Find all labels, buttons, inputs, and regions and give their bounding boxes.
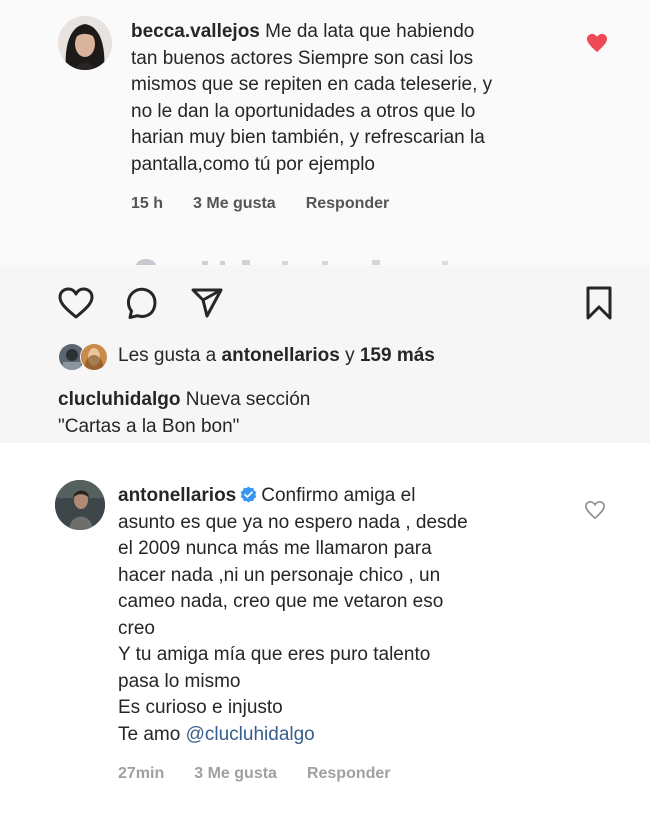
comment-username[interactable]: antonellarios bbox=[118, 485, 236, 506]
comment-line: Es curioso e injusto bbox=[118, 697, 283, 718]
likes-prefix: Les gusta a bbox=[118, 345, 217, 366]
likes-username[interactable]: antonellarios bbox=[222, 345, 340, 366]
avatar-image bbox=[55, 480, 105, 530]
like-heart-icon[interactable] bbox=[586, 33, 608, 53]
likes-summary: Les gusta a antonellarios y 159 más bbox=[118, 345, 435, 367]
comment-text: antonellarios Confirmo amiga el asunto es… bbox=[118, 483, 558, 748]
bookmark-icon[interactable] bbox=[584, 285, 614, 321]
avatar-image bbox=[58, 16, 112, 70]
comment-line: creo bbox=[118, 617, 155, 639]
liker-avatar bbox=[80, 343, 108, 371]
comment-icon[interactable] bbox=[124, 286, 158, 320]
comment-line: Te amo bbox=[118, 723, 181, 745]
comment-text: becca.vallejos Me da lata que habiendo t… bbox=[131, 19, 571, 178]
comment-line: cameo nada, creo que me vetaron eso bbox=[118, 591, 444, 612]
comment-line: no le dan la oportunidades a otros que l… bbox=[131, 100, 476, 122]
comment-username[interactable]: becca.vallejos bbox=[131, 21, 260, 42]
liker-avatars[interactable] bbox=[58, 343, 110, 371]
comment-line: mismos que se repiten en cada teleserie,… bbox=[131, 74, 493, 95]
comment-likes[interactable]: 3 Me gusta bbox=[193, 195, 276, 213]
comment-line: el 2009 nunca más me llamaron para bbox=[118, 538, 432, 559]
reply-button[interactable]: Responder bbox=[306, 195, 390, 213]
reply-button[interactable]: Responder bbox=[307, 765, 391, 783]
comment-line: tan buenos actores Siempre son casi los bbox=[131, 47, 474, 69]
comment-time: 27min bbox=[118, 765, 165, 782]
avatar[interactable] bbox=[58, 16, 112, 70]
verified-badge-icon bbox=[241, 486, 257, 503]
avatar[interactable] bbox=[55, 480, 105, 530]
comment-meta: 27min 3 Me gusta Responder bbox=[118, 765, 391, 783]
comment-line: hacer nada ,ni un personaje chico , un bbox=[118, 564, 441, 586]
mention-link[interactable]: @clucluhidalgo bbox=[186, 724, 315, 745]
caption-text: Nueva sección bbox=[185, 389, 311, 410]
comment-line: asunto es que ya no espero nada , desde bbox=[118, 511, 468, 533]
comment-line: pantalla,como tú por ejemplo bbox=[131, 153, 375, 175]
caption-username[interactable]: clucluhidalgo bbox=[58, 389, 180, 410]
caption-text: "Cartas a la Bon bon" bbox=[58, 416, 240, 437]
comment-line: Confirmo amiga el bbox=[261, 485, 416, 506]
like-heart-icon[interactable] bbox=[584, 500, 606, 520]
share-icon[interactable] bbox=[190, 287, 224, 319]
post-caption: clucluhidalgo Nueva sección "Cartas a la… bbox=[58, 386, 618, 440]
comment-likes[interactable]: 3 Me gusta bbox=[194, 765, 277, 783]
next-comment-cutoff bbox=[136, 259, 448, 265]
comment-time: 15 h bbox=[131, 195, 164, 212]
likes-and: y bbox=[345, 345, 355, 366]
comment-line: pasa lo mismo bbox=[118, 670, 241, 692]
heart-icon[interactable] bbox=[58, 287, 94, 319]
likes-count[interactable]: 159 más bbox=[360, 345, 435, 366]
comment-line: harian muy bien también, y refrescarian … bbox=[131, 127, 485, 148]
comment-meta: 15 h 3 Me gusta Responder bbox=[131, 195, 389, 213]
comment-line: Me da lata que habiendo bbox=[265, 21, 475, 42]
comment-line: Y tu amiga mía que eres puro talento bbox=[118, 644, 431, 665]
